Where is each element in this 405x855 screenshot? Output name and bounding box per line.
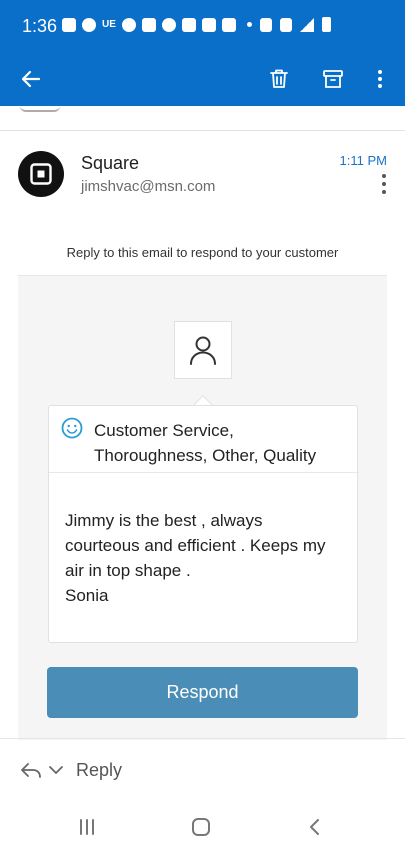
reply-icon[interactable] <box>20 761 42 779</box>
message-more-button[interactable] <box>379 174 389 194</box>
respond-button[interactable]: Respond <box>47 667 358 718</box>
system-nav-bar <box>0 800 405 855</box>
more-vertical-icon <box>378 70 382 88</box>
facebook-icon <box>82 18 96 32</box>
wifi-icon <box>280 17 292 32</box>
smiley-icon <box>61 417 83 439</box>
photos-icon <box>141 18 156 32</box>
recent-apps-button[interactable] <box>72 814 102 840</box>
person-icon <box>190 336 216 365</box>
sender-email[interactable]: jimshvac@msn.com <box>81 178 215 195</box>
status-time: 1:36 <box>22 16 58 36</box>
sender-name[interactable]: Square <box>81 153 139 174</box>
message-time: 1:11 PM <box>339 153 387 168</box>
avatar[interactable] <box>18 151 64 197</box>
reply-button[interactable]: Reply <box>76 760 122 781</box>
battery-icon <box>322 17 331 32</box>
system-back-button[interactable] <box>300 814 330 840</box>
carrier-text: UE <box>102 19 116 30</box>
trash-icon <box>270 69 288 88</box>
tags-line-2: Thoroughness, Other, Quality <box>94 446 317 465</box>
bird-icon <box>121 18 136 32</box>
recent-apps-icon <box>80 819 94 835</box>
arrow-left-icon <box>21 70 41 88</box>
feedback-message: Jimmy is the best , always courteous and… <box>65 508 355 608</box>
feedback-tags: Customer Service, Thoroughness, Other, Q… <box>94 418 349 468</box>
app-notification-icon <box>62 18 76 32</box>
more-options-button[interactable] <box>361 60 399 98</box>
message-line: Jimmy is the best , always <box>65 511 263 530</box>
home-icon <box>192 818 210 836</box>
customer-avatar <box>174 321 232 379</box>
reply-hint: Reply to this email to respond to your c… <box>66 245 339 260</box>
voicemail-icon <box>161 18 176 32</box>
chevron-down-icon[interactable] <box>48 765 64 775</box>
back-button[interactable] <box>12 60 50 98</box>
message-signature: Sonia <box>65 586 109 605</box>
divider <box>0 130 405 131</box>
mute-icon <box>260 17 272 32</box>
square-logo-icon <box>30 163 52 185</box>
signal-icon <box>300 17 314 32</box>
archive-button[interactable] <box>314 60 352 98</box>
status-bar: 1:36 UE <box>0 0 405 52</box>
scrolled-content-fragment <box>20 106 60 112</box>
notification-icons: UE <box>62 18 236 32</box>
dot-icon <box>247 22 252 27</box>
gmail-icon <box>201 18 216 32</box>
message-line: air in top shape . <box>65 561 191 580</box>
home-button[interactable] <box>186 814 216 840</box>
app-bar <box>0 52 405 106</box>
feedback-header: Customer Service, Thoroughness, Other, Q… <box>49 406 359 473</box>
message-line: courteous and efficient . Keeps my <box>65 536 326 555</box>
delete-button[interactable] <box>260 60 298 98</box>
feedback-card: Customer Service, Thoroughness, Other, Q… <box>48 405 359 643</box>
archive-icon <box>323 70 343 88</box>
system-icons <box>247 17 331 32</box>
chevron-left-icon <box>310 819 319 835</box>
s-app-icon <box>181 18 196 32</box>
reply-bar[interactable]: Reply <box>0 739 405 799</box>
instagram-icon <box>221 18 236 32</box>
tags-line-1: Customer Service, <box>94 421 234 440</box>
